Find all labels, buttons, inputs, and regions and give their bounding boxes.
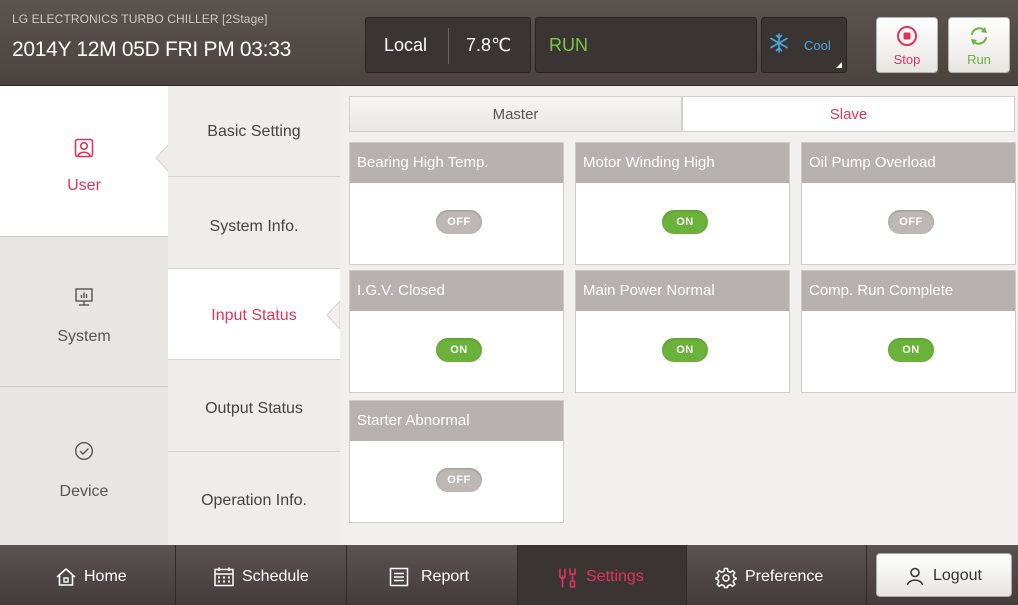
user-icon	[74, 138, 94, 158]
monitor-icon	[75, 288, 93, 306]
master-slave-tabs: Master Slave	[349, 96, 1016, 132]
left-nav-label-device: Device	[59, 483, 109, 500]
input-state-toggle: OFF	[436, 468, 482, 492]
refresh-icon	[971, 27, 987, 45]
input-card-motor-winding-high: Motor Winding High ON	[575, 142, 790, 265]
sub-nav-label: Operation Info.	[201, 492, 307, 509]
sub-nav-label: Basic Setting	[207, 123, 301, 140]
bottom-nav-schedule[interactable]: Schedule	[176, 545, 347, 605]
bottom-nav-label: Schedule	[242, 568, 309, 585]
bottom-nav-preference[interactable]: Preference	[687, 545, 867, 605]
input-state-toggle: ON	[662, 210, 708, 234]
sub-nav-label: Output Status	[205, 400, 303, 417]
sub-nav-item-basic-setting[interactable]: Basic Setting	[168, 86, 340, 177]
left-nav-label-user: User	[67, 177, 101, 194]
input-card-oil-pump-overload: Oil Pump Overload OFF	[801, 142, 1016, 265]
left-nav-label-system: System	[57, 328, 111, 345]
left-nav-item-device[interactable]: Device	[0, 386, 168, 545]
active-pointer-icon	[155, 144, 169, 172]
bottom-nav-settings[interactable]: Settings	[518, 545, 687, 605]
left-nav-item-user[interactable]: User	[0, 86, 168, 236]
snowflake-icon	[770, 33, 788, 53]
sub-nav-item-operation-info[interactable]: Operation Info.	[168, 452, 340, 545]
bottom-nav-label: Preference	[745, 568, 824, 585]
sub-nav-label: Input Status	[211, 307, 297, 324]
dropdown-corner-icon	[836, 62, 842, 68]
control-location: Local	[384, 35, 428, 55]
input-state-toggle: ON	[662, 338, 708, 362]
sub-nav-label: System Info.	[209, 218, 299, 235]
input-card-title: Main Power Normal	[576, 271, 789, 311]
input-card-starter-abnormal: Starter Abnormal OFF	[349, 400, 564, 523]
sub-nav-item-output-status[interactable]: Output Status	[168, 360, 340, 452]
left-nav-item-system[interactable]: System	[0, 236, 168, 386]
bottom-nav-label: Settings	[586, 568, 644, 585]
input-card-title: Motor Winding High	[576, 143, 789, 183]
input-card-igv-closed: I.G.V. Closed ON	[349, 270, 564, 393]
input-state-toggle: ON	[436, 338, 482, 362]
mode-label: Cool	[804, 38, 831, 53]
input-state-toggle: ON	[888, 338, 934, 362]
input-card-title: I.G.V. Closed	[350, 271, 563, 311]
datetime-display: 2014Y 12M 05D FRI PM 03:33	[12, 38, 291, 61]
home-icon	[56, 568, 76, 586]
gear-icon	[715, 567, 737, 589]
header-bar: LG ELECTRONICS TURBO CHILLER [2Stage] 20…	[0, 0, 1018, 86]
tab-slave[interactable]: Slave	[682, 96, 1015, 132]
bottom-nav-label: Report	[421, 568, 470, 585]
main-content: Master Slave Bearing High Temp. OFF Moto…	[340, 86, 1018, 545]
stop-icon	[897, 26, 917, 46]
check-circle-icon	[74, 441, 94, 461]
sub-nav: Basic Setting System Info. Input Status …	[168, 86, 340, 545]
run-status-panel: RUN	[535, 17, 757, 73]
run-status-text: RUN	[549, 35, 588, 55]
input-state-toggle: OFF	[436, 210, 482, 234]
bottom-nav-report[interactable]: Report	[347, 545, 518, 605]
input-card-bearing-high-temp: Bearing High Temp. OFF	[349, 142, 564, 265]
mode-selector[interactable]: Cool	[761, 17, 847, 73]
stop-button[interactable]: Stop	[876, 17, 938, 73]
stop-label: Stop	[893, 52, 921, 67]
input-state-toggle: OFF	[888, 210, 934, 234]
calendar-icon	[214, 567, 234, 587]
run-label: Run	[967, 52, 991, 67]
active-pointer-icon	[326, 301, 340, 329]
sub-nav-item-system-info[interactable]: System Info.	[168, 177, 340, 269]
input-card-comp-run-complete: Comp. Run Complete ON	[801, 270, 1016, 393]
bottom-nav-label: Home	[84, 568, 127, 585]
sub-nav-item-input-status[interactable]: Input Status	[168, 269, 340, 360]
brand-title: LG ELECTRONICS TURBO CHILLER [2Stage]	[12, 12, 268, 26]
input-card-title: Oil Pump Overload	[802, 143, 1015, 183]
left-nav: User System Device	[0, 86, 169, 545]
run-button[interactable]: Run	[948, 17, 1010, 73]
bottom-nav-home[interactable]: Home	[0, 545, 176, 605]
logout-button[interactable]: Logout	[876, 553, 1012, 597]
input-card-title: Comp. Run Complete	[802, 271, 1015, 311]
input-card-main-power-normal: Main Power Normal ON	[575, 270, 790, 393]
input-card-title: Starter Abnormal	[350, 401, 563, 441]
input-card-title: Bearing High Temp.	[350, 143, 563, 183]
status-divider	[448, 28, 449, 64]
tab-master[interactable]: Master	[349, 96, 682, 132]
user-outline-icon	[906, 567, 924, 586]
control-status-panel: Local 7.8℃	[365, 17, 531, 73]
temperature-readout: 7.8℃	[466, 35, 512, 55]
bottom-nav: Home Schedule Report Settings Preference…	[0, 545, 1018, 605]
logout-label: Logout	[933, 567, 982, 584]
tools-icon	[559, 568, 576, 588]
report-icon	[389, 567, 409, 587]
